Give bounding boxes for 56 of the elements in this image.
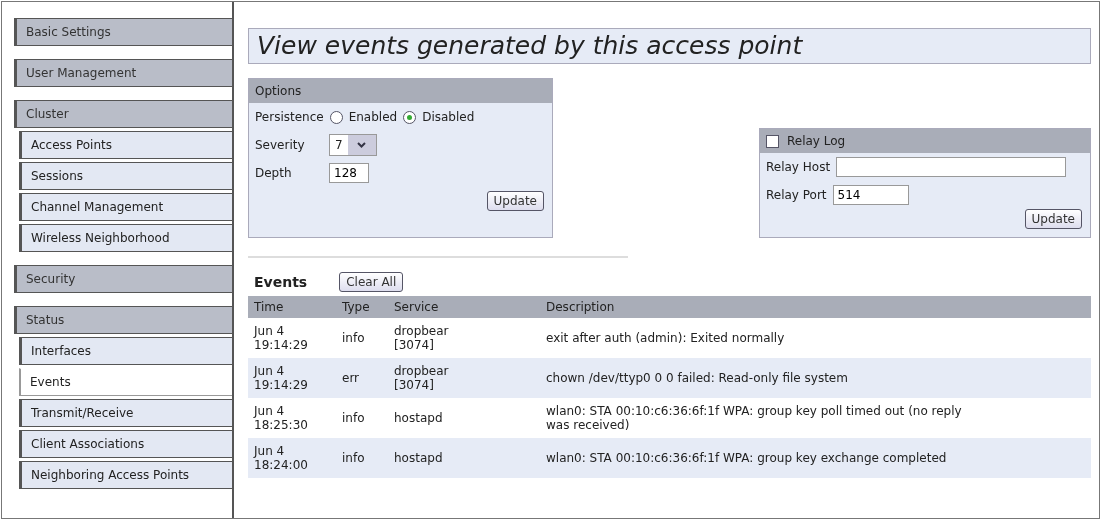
checkbox[interactable]	[766, 134, 779, 148]
radio-label: Disabled	[422, 110, 475, 124]
table-cell: err	[336, 358, 388, 398]
sidebar-item[interactable]: Neighboring Access Points	[19, 461, 232, 489]
sidebar-group[interactable]: Security	[14, 265, 232, 293]
table-cell: exit after auth (admin): Exited normally	[540, 318, 1091, 358]
column-header: Time	[248, 296, 336, 318]
field-label: Relay Port	[766, 188, 827, 202]
field-label: Severity	[255, 138, 306, 152]
sidebar-item[interactable]: Sessions	[19, 162, 232, 190]
depth-field[interactable]: 128	[329, 163, 369, 183]
sidebar-item[interactable]: Wireless Neighborhood	[19, 224, 232, 252]
page-title: View events generated by this access point	[248, 28, 1091, 64]
table-cell: hostapd	[388, 438, 540, 478]
sidebar-item[interactable]: Channel Management	[19, 193, 232, 221]
clear-all-button[interactable]: Clear All	[339, 272, 404, 292]
table-cell: info	[336, 398, 388, 438]
panel-title: Relay Log	[787, 134, 846, 148]
severity-dropdown[interactable]: 7	[329, 134, 377, 156]
relay-port-field[interactable]: 514	[832, 185, 909, 205]
column-header: Type	[336, 296, 388, 318]
table-cell: wlan0: STA 00:10:c6:36:6f:1f WPA: group key poll timed out (no reply was received)	[540, 398, 1091, 438]
radio-button[interactable]	[403, 110, 417, 124]
table-cell: Jun 4 18:25:30	[248, 398, 336, 438]
update-button[interactable]: Update	[486, 191, 544, 211]
sidebar-item[interactable]: Access Points	[19, 131, 232, 159]
column-header: Service	[388, 296, 540, 318]
table-cell: Jun 4 19:14:29	[248, 318, 336, 358]
sidebar-item[interactable]: Interfaces	[19, 337, 232, 365]
radio-label: Enabled	[348, 110, 398, 124]
sidebar-item[interactable]: Client Associations	[19, 430, 232, 458]
update-button[interactable]: Update	[1024, 209, 1082, 229]
sidebar-group[interactable]: User Management	[14, 59, 232, 87]
field-label: Depth	[255, 166, 293, 180]
table-cell: Jun 4 19:14:29	[248, 358, 336, 398]
sidebar-item[interactable]: Transmit/Receive	[19, 399, 232, 427]
sidebar-item[interactable]: Events	[19, 368, 232, 396]
field-label: Relay Host	[766, 160, 831, 174]
sidebar-group[interactable]: Cluster	[14, 100, 232, 128]
table-cell: dropbear [3074]	[388, 318, 540, 358]
table-cell: info	[336, 318, 388, 358]
caret-icon	[357, 142, 367, 148]
panel-title: Options	[255, 84, 302, 98]
table-cell: hostapd	[388, 398, 540, 438]
relay-host-field[interactable]	[836, 157, 1067, 177]
table-cell: Jun 4 18:24:00	[248, 438, 336, 478]
table-cell: dropbear [3074]	[388, 358, 540, 398]
sidebar-group[interactable]: Basic Settings	[14, 18, 232, 46]
column-header: Description	[540, 296, 1091, 318]
table-cell: chown /dev/ttyp0 0 0 failed: Read-only file system	[540, 358, 1091, 398]
sidebar-group[interactable]: Status	[14, 306, 232, 334]
radio-button[interactable]	[329, 110, 343, 124]
section-title: Events	[254, 274, 308, 290]
table-cell: info	[336, 438, 388, 478]
field-label: Persistence	[255, 110, 324, 124]
table-cell: wlan0: STA 00:10:c6:36:6f:1f WPA: group key exchange completed	[540, 438, 1091, 478]
